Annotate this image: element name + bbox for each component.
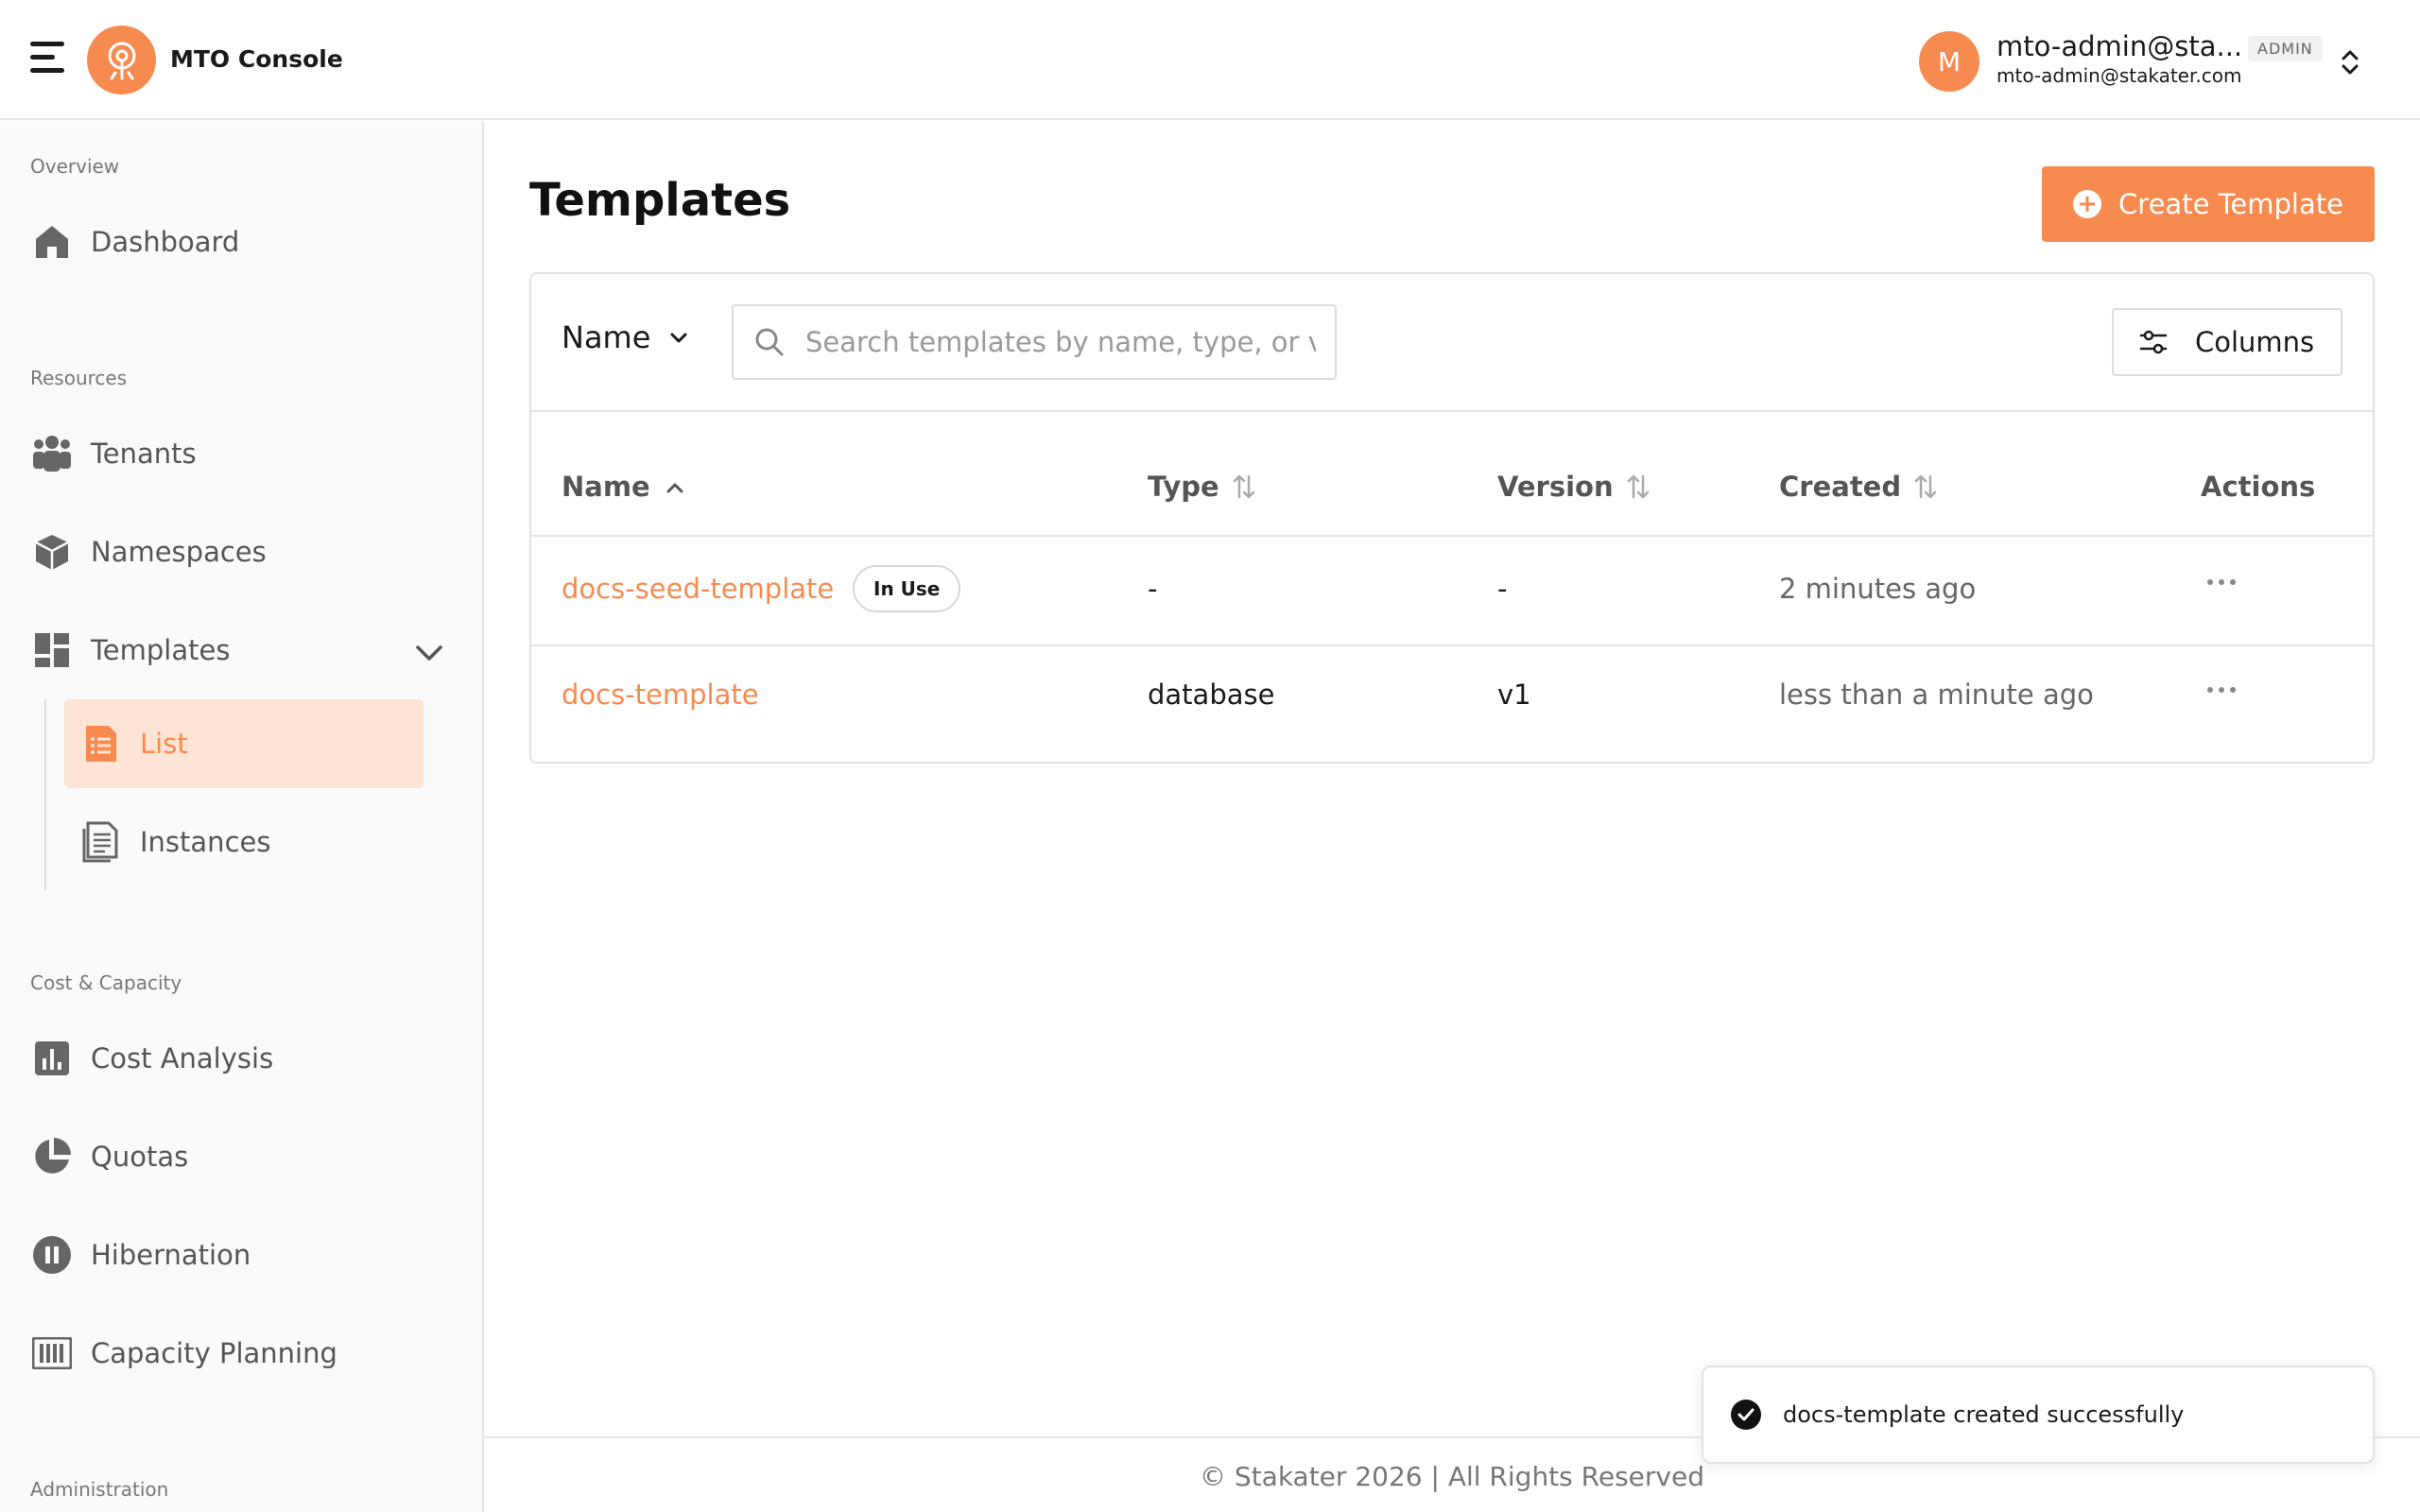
template-name-link[interactable]: docs-seed-template [562, 573, 834, 605]
sidebar-item-templates-instances[interactable]: Instances [64, 798, 424, 886]
column-header-created[interactable]: Created [1779, 471, 1939, 503]
list-document-icon [79, 722, 123, 765]
column-header-type[interactable]: Type [1148, 471, 1257, 503]
menu-icon[interactable] [30, 42, 64, 76]
search-box[interactable] [732, 304, 1337, 380]
sidebar-item-tenants[interactable]: Tenants [30, 425, 456, 482]
sidebar-item-label: Capacity Planning [91, 1337, 337, 1369]
sort-icon [1914, 474, 1937, 499]
column-header-label: Created [1779, 471, 1902, 503]
template-created: less than a minute ago [1779, 679, 2094, 711]
sidebar-item-namespaces[interactable]: Namespaces [30, 524, 456, 580]
bar-chart-icon [30, 1037, 74, 1080]
users-icon [30, 432, 74, 475]
template-name-link[interactable]: docs-template [562, 679, 759, 711]
success-toast[interactable]: docs-template created successfully [1702, 1366, 2375, 1464]
logo-icon [108, 42, 135, 79]
role-badge: ADMIN [2248, 36, 2323, 61]
template-created: 2 minutes ago [1779, 573, 1977, 605]
user-name: mto-admin@sta... [1996, 30, 2243, 62]
sidebar-item-capacity-planning[interactable]: Capacity Planning [30, 1325, 456, 1382]
more-actions-icon[interactable] [2203, 680, 2240, 699]
page-title: Templates [529, 174, 791, 227]
avatar: M [1919, 31, 1979, 92]
sidebar-item-label: List [140, 728, 188, 760]
app-logo [87, 26, 156, 94]
create-template-button[interactable]: + Create Template [2042, 166, 2375, 242]
column-header-label: Actions [2201, 471, 2316, 503]
chevron-down-icon[interactable] [412, 636, 446, 670]
sidebar-item-label: Cost Analysis [91, 1042, 274, 1074]
row-divider [531, 644, 2373, 646]
chevron-up-down-icon [2342, 50, 2359, 75]
sidebar-item-templates[interactable]: Templates [30, 622, 456, 679]
top-bar: MTO Console M mto-admin@sta... ADMIN mto… [0, 0, 2420, 120]
pause-circle-icon [30, 1233, 74, 1277]
home-icon [30, 220, 74, 264]
column-header-name[interactable]: Name [562, 471, 688, 503]
user-menu[interactable]: M mto-admin@sta... ADMIN mto-admin@staka… [1919, 28, 2392, 94]
sidebar-item-hibernation[interactable]: Hibernation [30, 1227, 456, 1283]
template-version: - [1497, 573, 1508, 605]
search-icon [755, 328, 784, 356]
pie-chart-icon [30, 1135, 74, 1178]
sort-ascending-icon [666, 483, 683, 493]
column-header-actions: Actions [2201, 471, 2315, 503]
sidebar-item-templates-list[interactable]: List [64, 699, 424, 788]
footer-text: © Stakater 2026 | All Rights Reserved [1200, 1461, 1704, 1492]
sidebar-item-label: Hibernation [91, 1239, 251, 1271]
create-template-label: Create Template [2118, 188, 2343, 220]
template-type: - [1148, 573, 1158, 605]
toast-message: docs-template created successfully [1783, 1401, 2185, 1428]
columns-button[interactable]: Columns [2112, 308, 2342, 376]
filter-field-select[interactable]: Name [562, 314, 690, 361]
toolbar-divider [531, 410, 2373, 412]
column-header-label: Name [562, 471, 650, 503]
header-divider [531, 535, 2373, 537]
sidebar-item-label: Namespaces [91, 536, 267, 568]
section-label-overview: Overview [30, 155, 120, 178]
status-badge: In Use [853, 565, 961, 612]
check-circle-icon [1731, 1400, 1761, 1430]
section-label-administration: Administration [30, 1478, 169, 1501]
column-header-label: Type [1148, 471, 1219, 503]
user-email: mto-admin@stakater.com [1996, 64, 2242, 87]
dashboard-grid-icon [30, 628, 74, 672]
plus-circle-icon: + [2073, 190, 2102, 218]
cube-icon [30, 530, 74, 574]
more-actions-icon[interactable] [2203, 573, 2240, 592]
sort-icon [1233, 474, 1254, 499]
chevron-down-icon [670, 333, 687, 343]
filter-field-value: Name [562, 319, 651, 355]
templates-table-card: Name Columns Name Type Version Created A… [529, 272, 2375, 764]
sidebar-item-label: Templates [91, 634, 231, 666]
sidebar-item-cost-analysis[interactable]: Cost Analysis [30, 1030, 456, 1087]
sliders-icon [2139, 330, 2168, 354]
sidebar-item-label: Dashboard [91, 226, 240, 258]
column-header-label: Version [1497, 471, 1614, 503]
columns-label: Columns [2195, 326, 2315, 358]
barcode-icon [30, 1332, 74, 1375]
sort-icon [1627, 474, 1649, 499]
sidebar-item-label: Instances [140, 826, 271, 858]
sidebar-item-label: Tenants [91, 438, 197, 470]
sidebar-item-quotas[interactable]: Quotas [30, 1128, 456, 1185]
sidebar-item-dashboard[interactable]: Dashboard [30, 214, 456, 270]
app-title: MTO Console [170, 45, 343, 73]
file-text-icon [79, 820, 123, 864]
column-header-version[interactable]: Version [1497, 471, 1651, 503]
section-label-cost-capacity: Cost & Capacity [30, 971, 182, 994]
template-type: database [1148, 679, 1275, 711]
sidebar-item-label: Quotas [91, 1141, 189, 1173]
submenu-guide-line [44, 699, 46, 890]
template-version: v1 [1497, 679, 1531, 711]
sidebar: Overview Dashboard Resources Tenants Nam… [0, 121, 484, 1512]
section-label-resources: Resources [30, 367, 128, 389]
search-input[interactable] [805, 326, 1316, 358]
